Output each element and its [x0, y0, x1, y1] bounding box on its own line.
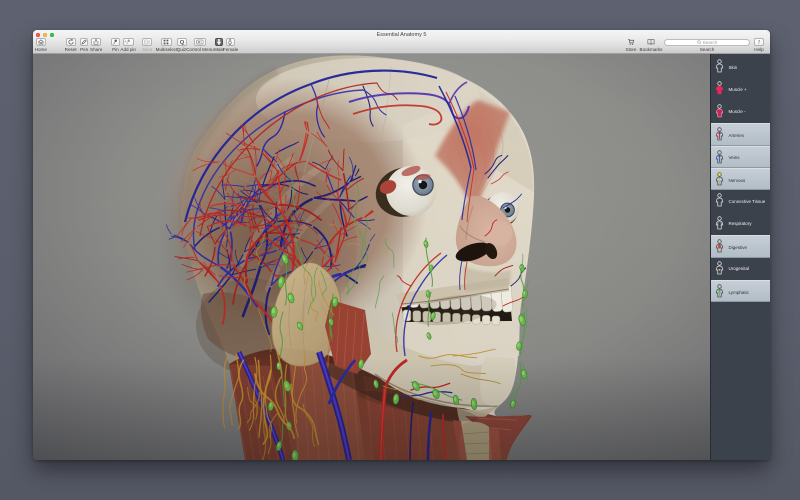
svg-text:Q: Q [179, 40, 184, 45]
svg-text:?: ? [758, 40, 761, 45]
